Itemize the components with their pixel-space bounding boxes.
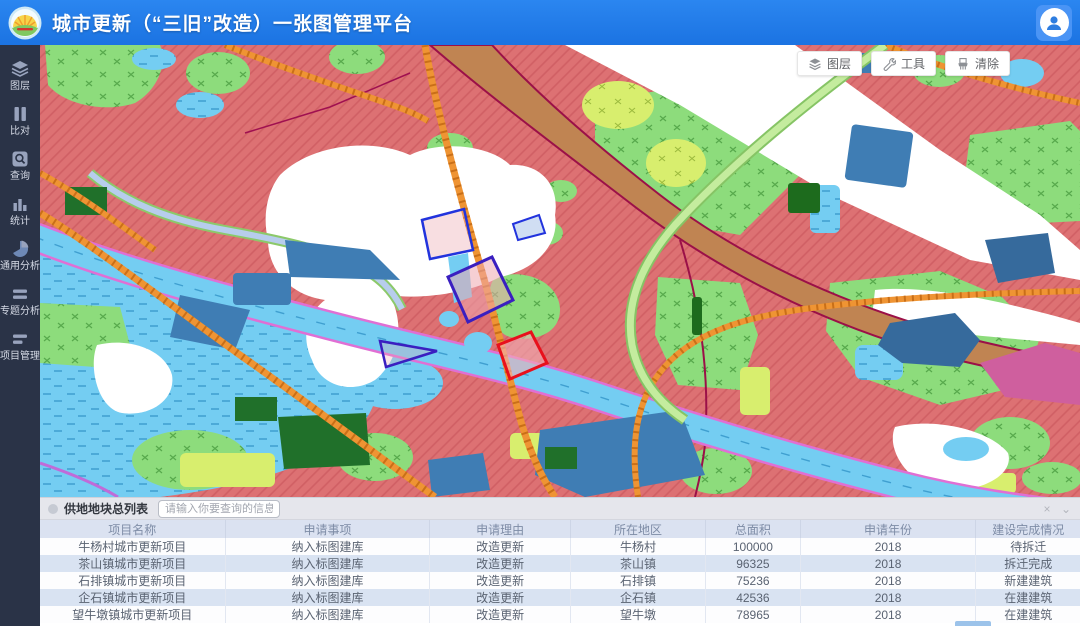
map-button-label: 工具	[901, 55, 925, 72]
column-header[interactable]: 总面积	[706, 520, 801, 538]
land-plots-table: 项目名称申请事项申请理由所在地区总面积申请年份建设完成情况 牛杨村城市更新项目纳…	[40, 520, 1080, 623]
table-cell: 改造更新	[430, 538, 570, 555]
map-button-label: 图层	[827, 55, 851, 72]
map-tools-button[interactable]: 工具	[871, 51, 936, 76]
table-row[interactable]: 企石镇城市更新项目纳入标图建库改造更新企石镇425362018在建建筑	[40, 589, 1080, 606]
column-header[interactable]: 所在地区	[570, 520, 705, 538]
table-cell: 在建建筑	[976, 606, 1080, 623]
city-logo	[8, 6, 42, 40]
page-title: 城市更新（“三旧”改造）一张图管理平台	[52, 9, 413, 36]
sidebar-item-label: 专题分析	[0, 306, 40, 317]
land-list-panel: 供地地块总列表 × ⌄ 项目名称申请事项申请理由所在地区总面积申请年份建设完成情…	[40, 497, 1080, 626]
sidebar-item-project-management[interactable]: 项目管理	[0, 323, 40, 368]
pie-chart-icon	[11, 240, 29, 258]
layers-icon	[808, 57, 822, 71]
sidebar-item-label: 通用分析	[0, 261, 40, 272]
compare-icon	[11, 105, 29, 123]
table-row[interactable]: 牛杨村城市更新项目纳入标图建库改造更新牛杨村1000002018待拆迁	[40, 538, 1080, 555]
table-cell: 拆迁完成	[976, 555, 1080, 572]
search-input[interactable]	[158, 500, 280, 518]
panel-header: 供地地块总列表 × ⌄	[40, 498, 1080, 520]
map-clear-button[interactable]: 清除	[945, 51, 1010, 76]
table-cell: 42536	[706, 589, 801, 606]
table-cell: 在建建筑	[976, 589, 1080, 606]
table-cell: 78965	[706, 606, 801, 623]
user-avatar-button[interactable]	[1036, 5, 1072, 41]
table-cell: 2018	[800, 555, 976, 572]
map-layers-button[interactable]: 图层	[797, 51, 862, 76]
table-cell: 石排镇	[570, 572, 705, 589]
table-cell: 新建建筑	[976, 572, 1080, 589]
column-header[interactable]: 建设完成情况	[976, 520, 1080, 538]
wrench-icon	[882, 57, 896, 71]
project-list-icon	[11, 330, 29, 348]
table-cell: 望牛墩镇城市更新项目	[40, 606, 225, 623]
table-cell: 改造更新	[430, 589, 570, 606]
table-header-row: 项目名称申请事项申请理由所在地区总面积申请年份建设完成情况	[40, 520, 1080, 538]
pagination-page-button[interactable]	[955, 621, 991, 626]
table-cell: 纳入标图建库	[225, 555, 430, 572]
table-cell: 纳入标图建库	[225, 589, 430, 606]
table-cell: 望牛墩	[570, 606, 705, 623]
table-cell: 纳入标图建库	[225, 606, 430, 623]
sidebar-item-statistics[interactable]: 统计	[0, 188, 40, 233]
table-cell: 牛杨村城市更新项目	[40, 538, 225, 555]
collapse-icon[interactable]: ⌄	[1060, 503, 1072, 515]
table-cell: 企石镇城市更新项目	[40, 589, 225, 606]
sidebar-item-compare[interactable]: 比对	[0, 98, 40, 143]
sidebar-item-label: 项目管理	[0, 351, 40, 362]
table-cell: 2018	[800, 589, 976, 606]
sidebar-item-label: 查询	[0, 171, 40, 182]
table-cell: 茶山镇城市更新项目	[40, 555, 225, 572]
table-row[interactable]: 望牛墩镇城市更新项目纳入标图建库改造更新望牛墩789652018在建建筑	[40, 606, 1080, 623]
table-cell: 改造更新	[430, 572, 570, 589]
table-cell: 75236	[706, 572, 801, 589]
clear-brush-icon	[956, 57, 970, 71]
top-header: 城市更新（“三旧”改造）一张图管理平台	[0, 0, 1080, 45]
sidebar-item-label: 图层	[0, 81, 40, 92]
table-cell: 改造更新	[430, 555, 570, 572]
table-cell: 100000	[706, 538, 801, 555]
table-cell: 牛杨村	[570, 538, 705, 555]
column-header[interactable]: 申请理由	[430, 520, 570, 538]
table-cell: 2018	[800, 538, 976, 555]
sidebar-item-label: 比对	[0, 126, 40, 137]
sidebar-item-label: 统计	[0, 216, 40, 227]
sidebar-item-general-analysis[interactable]: 通用分析	[0, 233, 40, 278]
table-row[interactable]: 茶山镇城市更新项目纳入标图建库改造更新茶山镇963252018拆迁完成	[40, 555, 1080, 572]
table-row[interactable]: 石排镇城市更新项目纳入标图建库改造更新石排镇752362018新建建筑	[40, 572, 1080, 589]
table-cell: 待拆迁	[976, 538, 1080, 555]
table-cell: 改造更新	[430, 606, 570, 623]
map-toolbar: 图层 工具 清除	[797, 51, 1010, 76]
table-cell: 企石镇	[570, 589, 705, 606]
sidebar-item-thematic-analysis[interactable]: 专题分析	[0, 278, 40, 323]
user-avatar-icon	[1040, 8, 1069, 37]
sidebar-item-query[interactable]: 查询	[0, 143, 40, 188]
panel-title: 供地地块总列表	[64, 500, 148, 517]
column-header[interactable]: 申请年份	[800, 520, 976, 538]
table-cell: 2018	[800, 606, 976, 623]
map-button-label: 清除	[975, 55, 999, 72]
search-icon	[11, 150, 29, 168]
table-cell: 96325	[706, 555, 801, 572]
map-canvas[interactable]	[40, 45, 1080, 497]
layers-icon	[11, 60, 29, 78]
app-window: 城市更新（“三旧”改造）一张图管理平台 图层 比对 查询	[0, 0, 1080, 626]
table-cell: 石排镇城市更新项目	[40, 572, 225, 589]
topic-list-icon	[11, 285, 29, 303]
bar-chart-icon	[11, 195, 29, 213]
map-viewport[interactable]: 图层 工具 清除	[40, 45, 1080, 497]
table-cell: 2018	[800, 572, 976, 589]
left-toolbar: 图层 比对 查询 统计 通用分析 专题分析	[0, 45, 40, 626]
table-cell: 纳入标图建库	[225, 538, 430, 555]
column-header[interactable]: 申请事项	[225, 520, 430, 538]
table-cell: 茶山镇	[570, 555, 705, 572]
column-header[interactable]: 项目名称	[40, 520, 225, 538]
close-icon[interactable]: ×	[1041, 503, 1053, 515]
panel-drag-icon[interactable]	[48, 504, 58, 514]
sidebar-item-layers[interactable]: 图层	[0, 53, 40, 98]
table-cell: 纳入标图建库	[225, 572, 430, 589]
